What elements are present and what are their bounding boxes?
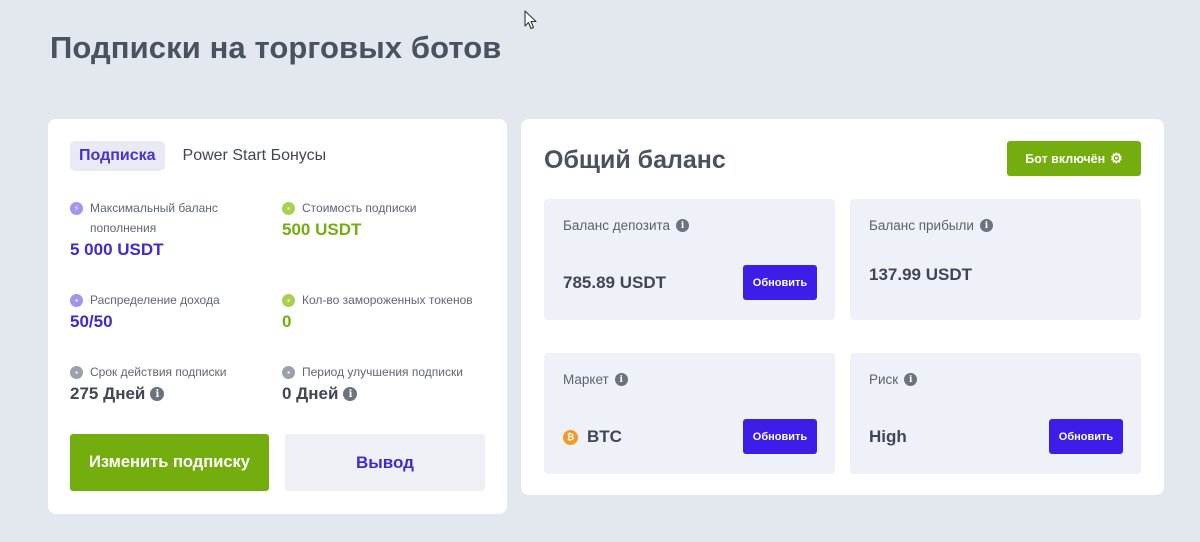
lightning-icon: ⚡ [70, 202, 83, 215]
change-subscription-button[interactable]: Изменить подписку [70, 434, 269, 491]
stat-value: 5 000 USDT [70, 240, 164, 259]
stat-value: 275 Дней [70, 384, 146, 403]
info-icon[interactable]: i [904, 373, 918, 386]
coin-icon: ▪ [282, 202, 295, 215]
deposit-balance-panel: Баланс депозита i 785.89 USDT Обновить [544, 199, 835, 320]
stat-label: Период улучшения подписки [302, 365, 463, 379]
tab-power-start-bonuses[interactable]: Power Start Бонусы [183, 147, 327, 165]
refresh-market-button[interactable]: Обновить [743, 419, 817, 454]
total-balance-card: Общий баланс Бот включён ⚙ Баланс депози… [521, 119, 1164, 495]
profit-value: 137.99 USDT [869, 265, 972, 284]
info-icon[interactable]: i [343, 387, 358, 401]
bot-button-label: Бот включён [1025, 151, 1106, 166]
stat-label: Стоимость подписки [302, 201, 417, 215]
stat-value: 0 [282, 312, 292, 331]
refresh-deposit-button[interactable]: Обновить [743, 265, 817, 300]
panel-label: Баланс депозита [563, 218, 671, 233]
stat-label: Максимальный баланс пополнения [90, 201, 218, 235]
stat-value: 0 Дней [282, 384, 339, 403]
calendar-icon: ▪ [70, 366, 83, 379]
stat-value: 50/50 [70, 312, 113, 331]
risk-value: High [869, 427, 907, 446]
info-icon[interactable]: i [150, 387, 165, 401]
panel-label: Маркет [563, 372, 609, 387]
panel-label: Риск [869, 372, 899, 387]
subscription-tabs: Подписка Power Start Бонусы [70, 141, 326, 171]
market-value: BTC [587, 427, 622, 446]
balance-title: Общий баланс [544, 146, 726, 174]
stat-label: Кол-во замороженных токенов [302, 293, 473, 307]
refresh-risk-button[interactable]: Обновить [1049, 419, 1123, 454]
deposit-value: 785.89 USDT [563, 273, 666, 292]
stat-upgrade-period: ▪ Период улучшения подписки 0 Дней i [282, 362, 492, 404]
stat-validity: ▪ Срок действия подписки 275 Дней i [70, 362, 280, 404]
tab-subscription[interactable]: Подписка [70, 141, 165, 171]
stat-label: Срок действия подписки [90, 365, 227, 379]
info-icon[interactable]: i [676, 219, 690, 232]
stat-income-split: ▪ Распределение дохода 50/50 [70, 290, 280, 332]
subscription-card: Подписка Power Start Бонусы ⚡ Максимальн… [48, 119, 507, 514]
withdraw-button[interactable]: Вывод [285, 434, 485, 491]
market-panel: Маркет i ₿ BTC Обновить [544, 353, 835, 474]
info-icon[interactable]: i [979, 219, 993, 232]
mouse-cursor-icon [524, 10, 537, 30]
calendar-icon: ▪ [282, 366, 295, 379]
bitcoin-icon: ₿ [563, 429, 578, 445]
gear-icon: ⚙ [1110, 150, 1123, 166]
split-icon: ▪ [70, 294, 83, 307]
bot-enabled-button[interactable]: Бот включён ⚙ [1007, 141, 1141, 176]
stat-label: Распределение дохода [90, 293, 220, 307]
risk-panel: Риск i High Обновить [850, 353, 1141, 474]
stat-value: 500 USDT [282, 220, 362, 239]
stat-frozen-tokens: ▪ Кол-во замороженных токенов 0 [282, 290, 492, 332]
stat-subscription-cost: ▪ Стоимость подписки 500 USDT [282, 198, 492, 240]
profit-balance-panel: Баланс прибыли i 137.99 USDT [850, 199, 1141, 320]
page-title: Подписки на торговых ботов [50, 30, 502, 65]
panel-label: Баланс прибыли [869, 218, 974, 233]
lock-icon: ▪ [282, 294, 295, 307]
info-icon[interactable]: i [614, 373, 628, 386]
stat-max-balance: ⚡ Максимальный баланс пополнения 5 000 U… [70, 198, 280, 260]
